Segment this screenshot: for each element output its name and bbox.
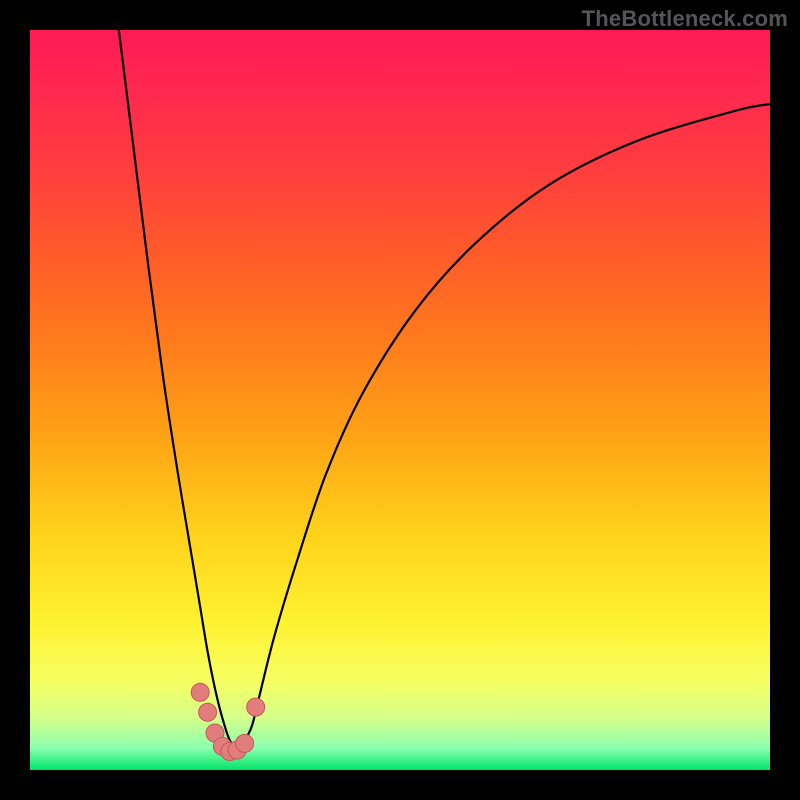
highlight-marker [236,734,254,752]
outer-frame: TheBottleneck.com [0,0,800,800]
plot-background [30,30,770,770]
bottleneck-chart [0,0,800,800]
highlight-marker [199,703,217,721]
highlight-marker [191,683,209,701]
watermark-text: TheBottleneck.com [582,6,788,32]
highlight-marker [247,698,265,716]
